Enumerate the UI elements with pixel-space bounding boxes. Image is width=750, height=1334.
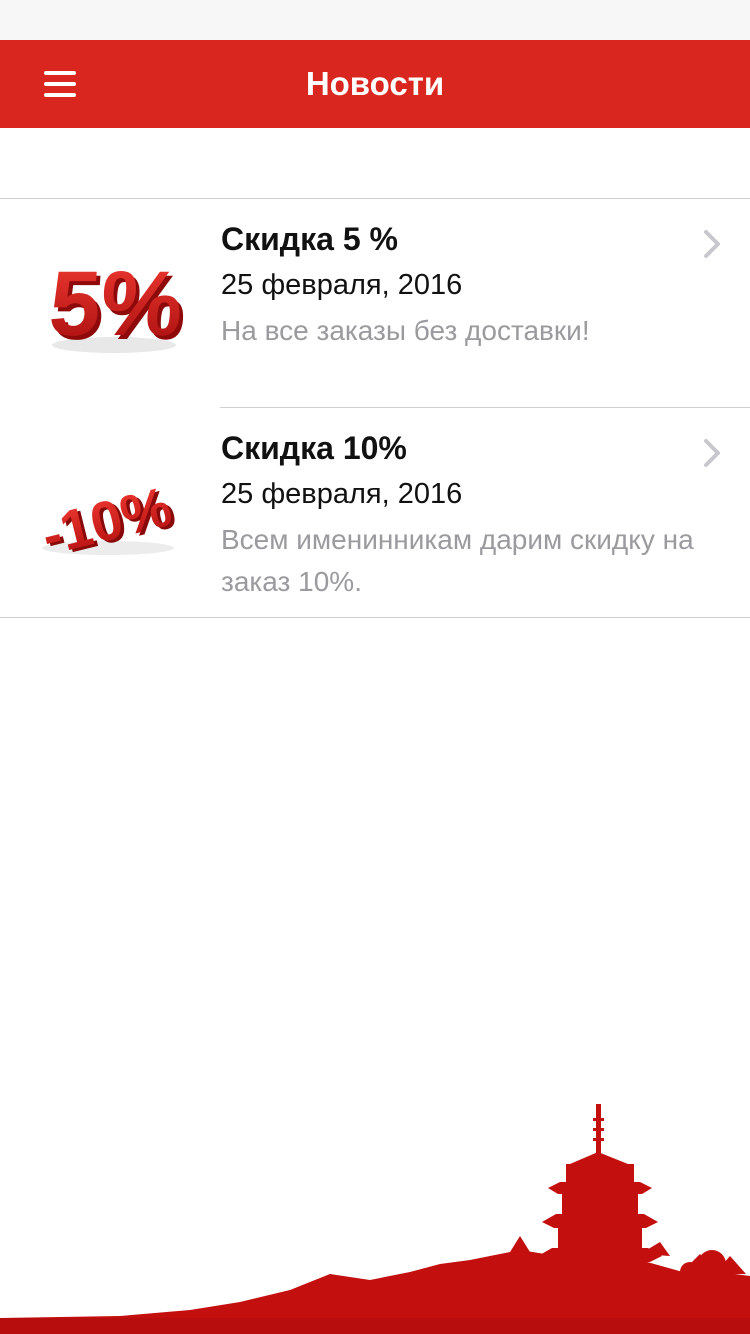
menu-button[interactable] <box>30 54 90 114</box>
chevron-right-icon <box>704 230 720 258</box>
news-item-discount-5[interactable]: 5% 5% Скидка 5 % 25 февраля, 2016 На все… <box>0 199 750 408</box>
news-description: На все заказы без доставки! <box>221 315 590 346</box>
news-title: Скидка 5 % <box>221 221 398 257</box>
news-title: Скидка 10% <box>221 430 407 466</box>
page-title: Новости <box>305 65 445 102</box>
news-item-discount-10[interactable]: -10% -10% Скидка 10% 25 февраля, 2016 Вс… <box>0 408 750 617</box>
chevron-right-icon <box>704 439 720 467</box>
navigation-bar: Новости <box>0 40 750 128</box>
news-date: 25 февраля, 2016 <box>221 478 463 510</box>
discount-10-percent-image: -10% -10% <box>36 474 181 569</box>
svg-text:5%: 5% <box>46 252 186 355</box>
pagoda-landscape-illustration <box>0 1104 750 1334</box>
discount-5-percent-image: 5% 5% <box>46 252 186 359</box>
hamburger-menu-icon <box>44 71 76 97</box>
status-bar <box>0 0 750 40</box>
news-date: 25 февраля, 2016 <box>221 269 463 301</box>
news-description: Всем именинникам дарим скидку на заказ 1… <box>221 524 694 597</box>
news-list: 5% 5% Скидка 5 % 25 февраля, 2016 На все… <box>0 198 750 618</box>
